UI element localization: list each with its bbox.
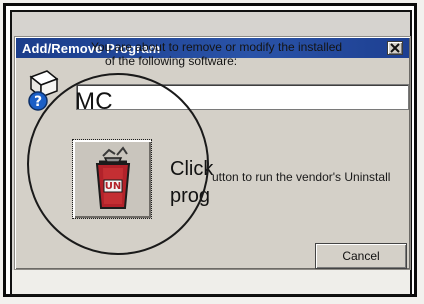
run-instruction-text: utton to run the vendor's Uninstall [212, 170, 391, 184]
magnified-program-name: MC [75, 88, 113, 115]
cancel-button[interactable]: Cancel [315, 243, 407, 269]
uninstall-button[interactable]: UN [72, 139, 152, 219]
magnified-click-text: Click [170, 158, 214, 180]
uninstall-icon: UN [95, 146, 131, 209]
bottom-strip [10, 270, 412, 296]
cancel-button-label: Cancel [342, 249, 380, 263]
close-icon [390, 43, 400, 53]
message-line-2: of the following software: [105, 54, 238, 68]
run-uninstall-instruction: utton to run the vendor's Uninstall [212, 170, 422, 184]
magnified-prog-text: prog [170, 185, 211, 207]
installed-software-field [76, 84, 409, 110]
uninstall-icon-label: UN [105, 181, 122, 192]
program-icon: ? [28, 70, 59, 111]
svg-text:?: ? [34, 94, 42, 110]
dialog-message: You are about to remove or modify the in… [91, 40, 371, 68]
close-button[interactable] [387, 41, 403, 55]
message-line-1: You are about to remove or modify the in… [91, 40, 343, 54]
